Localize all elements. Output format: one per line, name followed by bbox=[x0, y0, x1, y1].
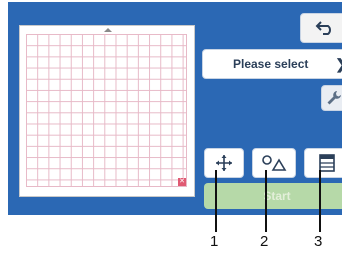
mat-view-icon bbox=[319, 154, 335, 172]
settings-button[interactable] bbox=[321, 85, 342, 111]
object-edit-button[interactable] bbox=[252, 148, 296, 178]
mat-view-button[interactable] bbox=[304, 148, 342, 178]
callout-number-1: 1 bbox=[210, 233, 219, 250]
cutting-mat-preview[interactable]: ✕ bbox=[19, 25, 195, 197]
callout-number-2: 2 bbox=[260, 233, 269, 250]
callout-line-2 bbox=[265, 170, 267, 232]
select-label: Please select bbox=[233, 57, 309, 71]
mat-top-marker bbox=[104, 28, 112, 32]
pattern-select-button[interactable]: Please select ❯ bbox=[202, 49, 342, 79]
back-button[interactable] bbox=[300, 13, 342, 43]
callout-line-3 bbox=[319, 170, 321, 232]
device-screen: ✕ Please select ❯ S bbox=[8, 2, 342, 215]
move-button[interactable] bbox=[204, 148, 244, 178]
mat-grid bbox=[26, 34, 187, 187]
start-button[interactable]: Start bbox=[204, 183, 342, 209]
move-arrows-icon bbox=[216, 155, 232, 171]
start-label: Start bbox=[263, 189, 291, 203]
callout-number-3: 3 bbox=[314, 233, 323, 250]
chevron-right-icon: ❯ bbox=[335, 56, 342, 73]
wrench-icon bbox=[327, 91, 341, 105]
mat-corner-marker: ✕ bbox=[178, 178, 186, 186]
back-arrow-icon bbox=[315, 21, 331, 35]
callout-line-1 bbox=[215, 170, 217, 232]
